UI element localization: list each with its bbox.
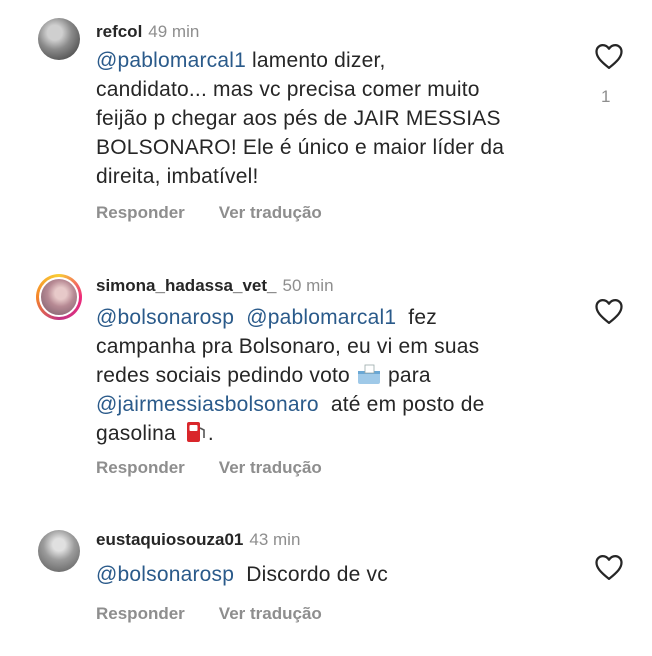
fuel-pump-emoji-icon xyxy=(186,422,205,442)
comment-header: eustaquiosouza01 43 min xyxy=(96,530,300,550)
translate-button[interactable]: Ver tradução xyxy=(219,203,322,223)
reply-button[interactable]: Responder xyxy=(96,203,185,223)
comment-actions: Responder Ver tradução xyxy=(96,604,322,624)
mention-link[interactable]: @pablomarcal1 xyxy=(246,306,396,329)
translate-button[interactable]: Ver tradução xyxy=(219,604,322,624)
mention-link[interactable]: @bolsonarosp xyxy=(96,306,234,329)
reply-button[interactable]: Responder xyxy=(96,604,185,624)
comment-actions: Responder Ver tradução xyxy=(96,203,322,223)
timestamp: 50 min xyxy=(282,276,334,295)
avatar[interactable] xyxy=(36,274,82,320)
heart-icon[interactable] xyxy=(594,553,624,581)
mention-link[interactable]: @jairmessiasbolsonaro xyxy=(96,393,319,416)
heart-icon[interactable] xyxy=(594,42,624,70)
comment-header: refcol 49 min xyxy=(96,22,199,42)
comment-header: simona_hadassa_vet_ 50 min xyxy=(96,276,334,296)
ballot-box-emoji-icon xyxy=(357,364,380,384)
timestamp: 49 min xyxy=(148,22,200,41)
mention-link[interactable]: @bolsonarosp xyxy=(96,563,234,586)
avatar[interactable] xyxy=(38,18,80,60)
comment-actions: Responder Ver tradução xyxy=(96,458,322,478)
avatar[interactable] xyxy=(38,530,80,572)
timestamp: 43 min xyxy=(249,530,301,549)
reply-button[interactable]: Responder xyxy=(96,458,185,478)
heart-icon[interactable] xyxy=(594,297,624,325)
username[interactable]: simona_hadassa_vet_ xyxy=(96,276,277,295)
comment-text: @bolsonarosp Discordo de vc xyxy=(96,563,388,586)
comment-text: @pablomarcal1 lamento dizer, candidato..… xyxy=(96,49,505,188)
username[interactable]: refcol xyxy=(96,22,142,41)
comment-text: @bolsonarosp @pablomarcal1 fez campanha … xyxy=(96,306,485,445)
username[interactable]: eustaquiosouza01 xyxy=(96,530,243,549)
mention-link[interactable]: @pablomarcal1 xyxy=(96,49,246,72)
translate-button[interactable]: Ver tradução xyxy=(219,458,322,478)
like-count: 1 xyxy=(601,87,611,106)
